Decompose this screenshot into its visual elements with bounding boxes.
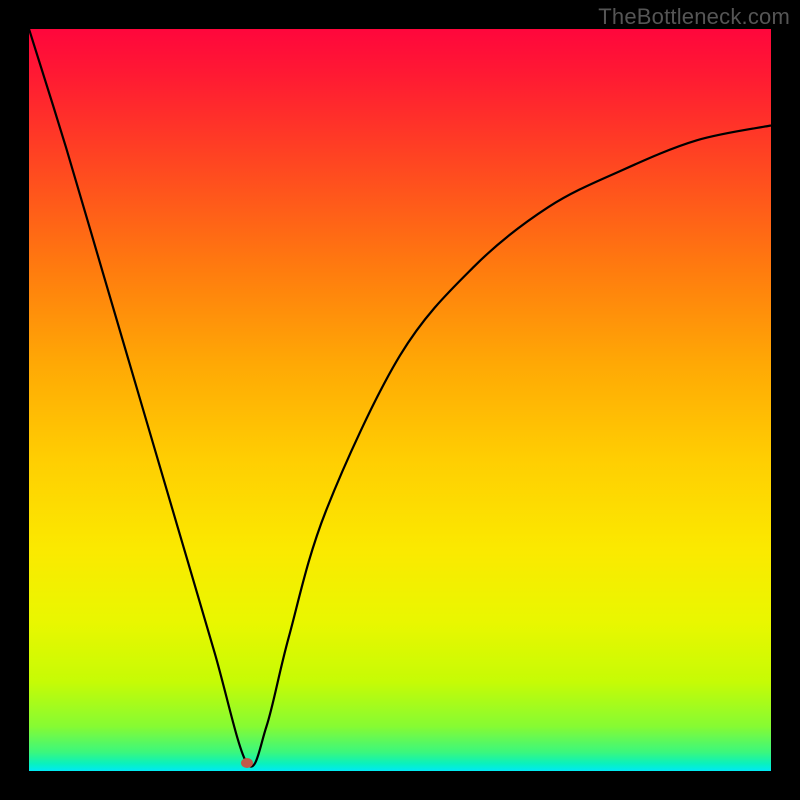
plot-area <box>29 29 771 771</box>
watermark-text: TheBottleneck.com <box>598 4 790 30</box>
minimum-marker <box>241 758 253 768</box>
bottleneck-curve <box>29 29 771 767</box>
chart-frame: TheBottleneck.com <box>0 0 800 800</box>
bottleneck-curve-svg <box>29 29 771 771</box>
